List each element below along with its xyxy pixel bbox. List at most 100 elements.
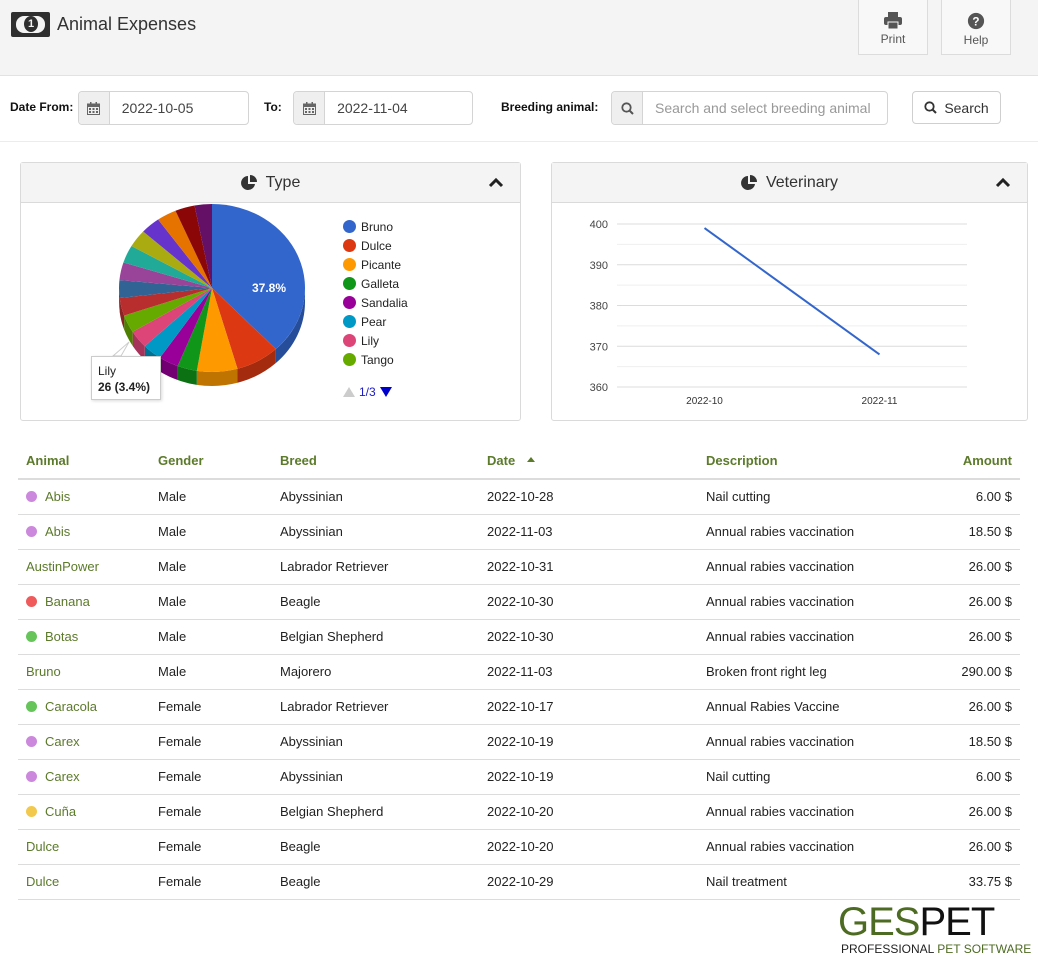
legend-item[interactable]: Tango [343, 350, 408, 369]
cell-gender: Male [150, 514, 272, 550]
cell-animal[interactable]: Dulce [18, 864, 150, 900]
type-pie-chart: 37.8% [111, 204, 306, 386]
cell-animal[interactable]: Caracola [18, 689, 150, 725]
cell-description: Annual rabies vaccination [698, 619, 924, 655]
legend-item[interactable]: Sandalia [343, 293, 408, 312]
table-row[interactable]: Botas Male Belgian Shepherd 2022-10-30 Annua… [18, 619, 1020, 655]
pie-data-label: 37.8% [252, 281, 286, 295]
cell-animal[interactable]: Dulce [18, 829, 150, 865]
table-row[interactable]: Caracola Female Labrador Retriever 2022-10-… [18, 689, 1020, 725]
print-label: Print [880, 32, 906, 46]
cell-amount: 18.50 $ [923, 514, 1020, 550]
cell-breed: Belgian Shepherd [272, 619, 479, 655]
column-header-description[interactable]: Description [698, 443, 924, 480]
legend-item[interactable]: Dulce [343, 236, 408, 255]
calendar-icon[interactable] [79, 92, 110, 124]
legend-page: 1/3 [359, 385, 376, 399]
cell-animal[interactable]: AustinPower [18, 549, 150, 585]
column-header-animal[interactable]: Animal [18, 443, 150, 480]
legend-pager: 1/3 [343, 385, 408, 399]
cell-animal[interactable]: Banana [18, 584, 150, 620]
cell-breed: Abyssinian [272, 759, 479, 795]
breeding-animal-input[interactable] [643, 92, 887, 124]
cell-description: Annual rabies vaccination [698, 514, 924, 550]
cell-breed: Abyssinian [272, 514, 479, 550]
breeding-animal-group [611, 91, 888, 125]
date-to-input[interactable] [325, 92, 472, 124]
column-header-amount[interactable]: Amount [923, 443, 1020, 480]
search-button[interactable]: Search [912, 91, 1001, 124]
legend-swatch [343, 334, 356, 347]
cell-animal[interactable]: Carex [18, 759, 150, 795]
cell-amount: 26.00 $ [923, 689, 1020, 725]
column-header-gender[interactable]: Gender [150, 443, 272, 480]
tooltip-pointer [111, 341, 130, 357]
chevron-up-icon[interactable] [995, 175, 1011, 189]
legend-label: Picante [361, 257, 402, 272]
calendar-icon[interactable] [294, 92, 326, 124]
table-row[interactable]: Cuña Female Belgian Shepherd 2022-10-20 Annu… [18, 794, 1020, 830]
legend-prev-icon[interactable] [343, 387, 355, 397]
type-panel-header: Type [21, 163, 520, 203]
cell-date: 2022-10-30 [479, 584, 698, 620]
tooltip-value: 26 (3.4%) [98, 380, 151, 394]
animal-color-dot [26, 701, 37, 712]
table-row[interactable]: Dulce Female Beagle 2022-10-29 Nail treatmen… [18, 864, 1020, 900]
legend-label: Bruno [361, 219, 394, 234]
cell-animal[interactable]: Carex [18, 724, 150, 760]
help-button[interactable]: ? Help [941, 0, 1011, 55]
legend-swatch [343, 220, 356, 233]
date-from-group [78, 91, 249, 125]
cell-description: Annual rabies vaccination [698, 829, 924, 865]
y-tick-label: 370 [590, 341, 608, 353]
table-row[interactable]: Bruno Male Majorero 2022-11-03 Broken front … [18, 654, 1020, 690]
cell-breed: Abyssinian [272, 479, 479, 515]
cell-breed: Beagle [272, 829, 479, 865]
y-tick-label: 390 [590, 260, 608, 272]
legend-swatch [343, 315, 356, 328]
legend-item[interactable]: Pear [343, 312, 408, 331]
cell-amount: 26.00 $ [923, 619, 1020, 655]
cell-amount: 18.50 $ [923, 724, 1020, 760]
legend-label: Sandalia [361, 295, 408, 310]
column-header-breed[interactable]: Breed [272, 443, 479, 480]
legend-item[interactable]: Lily [343, 331, 408, 350]
cell-amount: 6.00 $ [923, 479, 1020, 515]
legend-item[interactable]: Bruno [343, 217, 408, 236]
cell-animal[interactable]: Cuña [18, 794, 150, 830]
cell-gender: Female [150, 689, 272, 725]
animal-color-dot [26, 806, 37, 817]
cell-date: 2022-10-19 [479, 724, 698, 760]
cell-animal[interactable]: Abis [18, 514, 150, 550]
cell-description: Annual Rabies Vaccine [698, 689, 924, 725]
table-row[interactable]: Carex Female Abyssinian 2022-10-19 Nail cutt… [18, 759, 1020, 795]
print-button[interactable]: Print [858, 0, 928, 55]
table-row[interactable]: Abis Male Abyssinian 2022-10-28 Nail cutting… [18, 479, 1020, 515]
legend-swatch [343, 239, 356, 252]
cell-description: Nail cutting [698, 479, 924, 515]
type-panel-title: Type [265, 173, 301, 191]
money-bill-icon: 1 [11, 12, 50, 37]
chevron-up-icon[interactable] [488, 175, 504, 189]
cell-gender: Male [150, 549, 272, 585]
table-row[interactable]: Carex Female Abyssinian 2022-10-19 Annual ra… [18, 724, 1020, 760]
pie-tooltip: Lily 26 (3.4%) [91, 356, 161, 400]
cell-animal[interactable]: Abis [18, 479, 150, 515]
table-row[interactable]: Banana Male Beagle 2022-10-30 Annual rabies … [18, 584, 1020, 620]
legend-item[interactable]: Picante [343, 255, 408, 274]
page-title: Animal Expenses [57, 14, 197, 34]
table-row[interactable]: Abis Male Abyssinian 2022-11-03 Annual rabie… [18, 514, 1020, 550]
legend-item[interactable]: Galleta [343, 274, 408, 293]
column-header-date[interactable]: Date [479, 443, 698, 480]
expenses-table: Animal Gender Breed Date Description Amo… [18, 443, 1020, 900]
table-row[interactable]: AustinPower Male Labrador Retriever 2022-10… [18, 549, 1020, 585]
table-row[interactable]: Dulce Female Beagle 2022-10-20 Annual rabies… [18, 829, 1020, 865]
search-icon [612, 92, 643, 124]
cell-animal[interactable]: Bruno [18, 654, 150, 690]
cell-amount: 6.00 $ [923, 759, 1020, 795]
legend-next-icon[interactable] [379, 387, 392, 397]
date-from-input[interactable] [109, 92, 248, 124]
help-label: Help [963, 33, 989, 47]
cell-gender: Female [150, 794, 272, 830]
cell-animal[interactable]: Botas [18, 619, 150, 655]
